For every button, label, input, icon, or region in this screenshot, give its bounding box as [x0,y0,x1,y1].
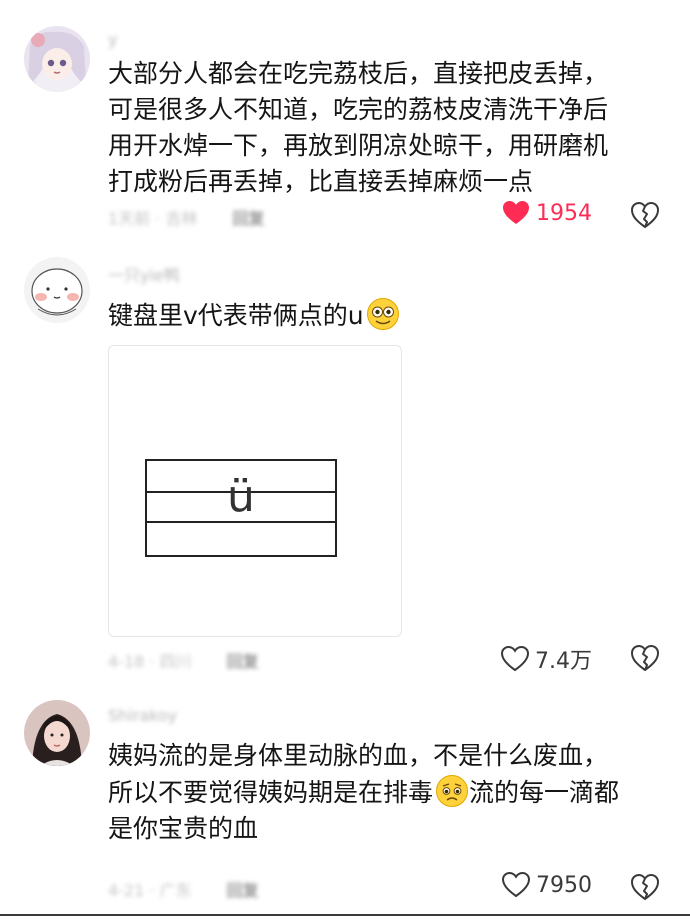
username[interactable]: y [108,30,117,49]
comment-meta: 4-21 · 广东 回复 [108,877,259,901]
comment-line: 键盘里v代表带俩点的u [108,297,660,334]
comment-line-text: 键盘里v代表带俩点的u [108,301,364,330]
like-button[interactable]: 7.4万 [501,643,592,675]
time-location: 1天前 · 吉林 [108,209,198,228]
comment-meta: 1天前 · 吉林 回复 [108,205,265,229]
comment-line: 所以不要觉得姨妈期是在排毒 流的每一滴都 [108,774,660,811]
time-location: 4-21 · 广东 [108,881,192,900]
like-count: 1954 [536,200,592,226]
comment-line: 是你宝贵的血 [108,814,259,843]
attached-image[interactable]: ü [108,345,402,637]
heart-filled-icon [503,201,529,224]
reply-button[interactable]: 回复 [233,205,265,229]
smiling-emoji-icon [366,298,399,330]
comment-line: 可是很多人不知道，吃完的荔枝皮清洗干净后 [108,95,609,124]
reply-button[interactable]: 回复 [227,648,259,672]
worried-emoji-icon [436,775,469,807]
heart-outline-icon [501,646,529,672]
comment-text: 大部分人都会在吃完荔枝后，直接把皮丢掉， 可是很多人不知道，吃完的荔枝皮清洗干净… [108,56,660,200]
username[interactable]: 一只yie鸭 [108,262,180,286]
time-location: 4-18 · 四川 [108,652,192,671]
bottom-divider [0,914,690,916]
comment-text: 姨妈流的是身体里动脉的血，不是什么废血， 所以不要觉得姨妈期是在排毒 流的每一滴… [108,738,660,847]
heart-outline-icon [502,872,530,898]
username[interactable]: Shirakoy [108,706,177,725]
avatar[interactable] [24,257,90,323]
like-count: 7950 [536,872,592,898]
broken-heart-icon[interactable] [630,200,660,230]
like-button[interactable]: 1954 [502,200,592,226]
comment-line: 打成粉后再丢掉，比直接丢掉麻烦一点 [108,167,534,196]
comment-text: 键盘里v代表带俩点的u [108,297,660,334]
comment-line: 用开水焯一下，再放到阴凉处晾干，用研磨机 [108,131,609,160]
like-count: 7.4万 [535,649,592,674]
like-button[interactable]: 7950 [502,872,592,898]
avatar[interactable] [24,700,90,766]
comment-line-text: 流的每一滴都 [469,778,620,807]
comment-meta: 4-18 · 四川 回复 [108,648,259,672]
comment-line: 大部分人都会在吃完荔枝后，直接把皮丢掉， [108,59,609,88]
comment-line: 姨妈流的是身体里动脉的血，不是什么废血， [108,741,609,770]
broken-heart-icon[interactable] [630,872,660,902]
pinyin-writing-lines: ü [145,459,337,557]
comment-line-text: 所以不要觉得姨妈期是在排毒 [108,778,434,807]
reply-button[interactable]: 回复 [227,877,259,901]
broken-heart-icon[interactable] [630,643,660,673]
u-umlaut-glyph: ü [227,471,255,522]
avatar[interactable] [24,26,90,92]
